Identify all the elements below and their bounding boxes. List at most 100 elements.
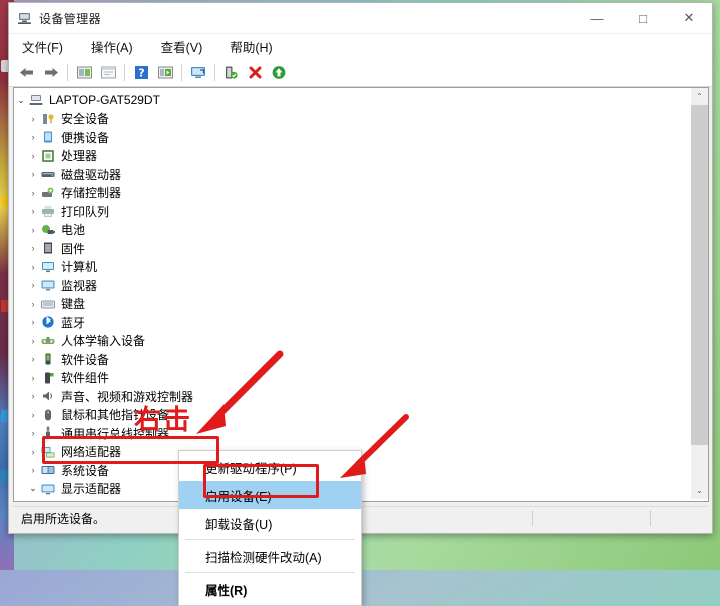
menu-file[interactable]: 文件(F) [19,35,66,58]
chevron-right-icon[interactable]: › [26,225,40,235]
chevron-right-icon[interactable]: › [26,336,40,346]
bluetooth-icon [40,315,56,329]
title-bar[interactable]: 设备管理器 — □ ✕ [9,3,712,34]
ctx-item-label: 扫描检测硬件改动(A) [205,547,322,566]
tree-item-software-components[interactable]: › 软件组件 [14,369,691,388]
chevron-right-icon[interactable]: › [26,373,40,383]
sound-video-game-icon [40,389,56,403]
tree-item-computer[interactable]: › 计算机 [14,258,691,277]
ctx-uninstall-device[interactable]: 卸载设备(U) [179,509,361,537]
chevron-right-icon[interactable]: › [26,243,40,253]
scroll-down-button[interactable]: ⌄ [691,482,708,499]
minimize-button[interactable]: — [574,3,620,33]
back-arrow-icon[interactable] [15,62,39,84]
update-driver-icon[interactable] [153,62,177,84]
window-controls: — □ ✕ [574,3,712,33]
chevron-right-icon[interactable]: › [26,428,40,438]
tree-item-label: 网络适配器 [61,443,121,460]
chevron-right-icon[interactable]: › [26,280,40,290]
status-separator [532,510,533,526]
scroll-up-button[interactable]: ⌃ [691,88,708,105]
firmware-icon [40,241,56,255]
storage-controller-icon [40,186,56,200]
svg-text:?: ? [138,67,144,80]
keyboard-icon [40,297,56,311]
toolbar-separator [214,64,215,81]
tree-item-label: 存储控制器 [61,184,121,201]
ctx-item-label: 更新驱动程序(P) [205,458,297,477]
ctx-update-driver[interactable]: 更新驱动程序(P) [179,453,361,481]
tree-item-label: 计算机 [61,258,97,275]
menu-bar: 文件(F) 操作(A) 查看(V) 帮助(H) [9,34,712,59]
ctx-item-label: 启用设备(E) [205,486,272,505]
toolbar: ? [9,59,712,87]
forward-arrow-icon[interactable] [39,62,63,84]
tree-item-mice[interactable]: › 鼠标和其他指针设备 [14,406,691,425]
chevron-right-icon[interactable]: › [26,317,40,327]
tree-item-keyboards[interactable]: › 键盘 [14,295,691,314]
tree-item-storage-controllers[interactable]: › 存储控制器 [14,184,691,203]
chevron-right-icon[interactable]: › [26,354,40,364]
scrollbar-thumb[interactable] [691,105,708,445]
menu-action[interactable]: 操作(A) [88,35,136,58]
refresh-icon[interactable] [267,62,291,84]
chevron-right-icon[interactable]: › [26,447,40,457]
vertical-scrollbar[interactable]: ⌃ ⌄ [691,88,708,499]
chevron-right-icon[interactable]: › [26,391,40,401]
tree-item-processors[interactable]: › 处理器 [14,147,691,166]
maximize-button[interactable]: □ [620,3,666,33]
chevron-down-icon[interactable]: ⌄ [14,95,28,106]
tree-item-software-devices[interactable]: › 软件设备 [14,350,691,369]
chevron-right-icon[interactable]: › [26,188,40,198]
tree-item-bluetooth[interactable]: › 蓝牙 [14,313,691,332]
chevron-right-icon[interactable]: › [26,169,40,179]
chevron-right-icon[interactable]: › [26,132,40,142]
chevron-right-icon[interactable]: › [26,465,40,475]
tree-item-usb-controllers[interactable]: › 通用串行总线控制器 [14,424,691,443]
menu-help[interactable]: 帮助(H) [227,35,275,58]
tree-item-security-devices[interactable]: › 安全设备 [14,110,691,129]
chevron-right-icon[interactable]: › [26,262,40,272]
tree-item-portable-devices[interactable]: › 便携设备 [14,128,691,147]
uninstall-device-icon[interactable] [243,62,267,84]
tree-item-hid[interactable]: › 人体学输入设备 [14,332,691,351]
window-title: 设备管理器 [39,10,101,27]
software-device-icon [40,352,56,366]
menu-view[interactable]: 查看(V) [158,35,206,58]
network-adapter-icon [40,445,56,459]
close-button[interactable]: ✕ [666,3,712,33]
tree-item-monitors[interactable]: › 监视器 [14,276,691,295]
ctx-properties[interactable]: 属性(R) [179,575,361,603]
tree-item-disk-drives[interactable]: › 磁盘驱动器 [14,165,691,184]
display-adapter-disabled-icon [46,500,62,502]
ctx-scan-hardware[interactable]: 扫描检测硬件改动(A) [179,542,361,570]
chevron-right-icon[interactable]: › [26,114,40,124]
properties-icon[interactable] [96,62,120,84]
hid-icon [40,334,56,348]
chevron-down-icon[interactable]: ⌄ [26,483,40,494]
show-hidden-devices-icon[interactable] [72,62,96,84]
enable-device-icon[interactable] [219,62,243,84]
tree-item-batteries[interactable]: › 电池 [14,221,691,240]
status-separator [650,510,651,526]
chevron-right-icon[interactable]: › [26,410,40,420]
scan-hardware-icon[interactable] [186,62,210,84]
tree-item-label: 电池 [61,221,85,238]
tree-item-sound-video-game[interactable]: › 声音、视频和游戏控制器 [14,387,691,406]
monitor-icon [40,278,56,292]
security-device-icon [40,112,56,126]
chevron-right-icon[interactable]: › [26,206,40,216]
tree-item-print-queues[interactable]: › 打印队列 [14,202,691,221]
tree-item-label: 处理器 [61,147,97,164]
chevron-right-icon[interactable]: › [26,151,40,161]
tree-root[interactable]: ⌄ LAPTOP-GAT529DT [14,91,691,110]
help-icon[interactable]: ? [129,62,153,84]
ctx-enable-device[interactable]: 启用设备(E) [179,481,361,509]
processor-icon [40,149,56,163]
ctx-item-label: 卸载设备(U) [205,514,272,533]
tree-item-firmware[interactable]: › 固件 [14,239,691,258]
usb-controller-icon [40,426,56,440]
toolbar-separator [181,64,182,81]
ctx-item-label: 属性(R) [205,580,247,599]
chevron-right-icon[interactable]: › [26,299,40,309]
